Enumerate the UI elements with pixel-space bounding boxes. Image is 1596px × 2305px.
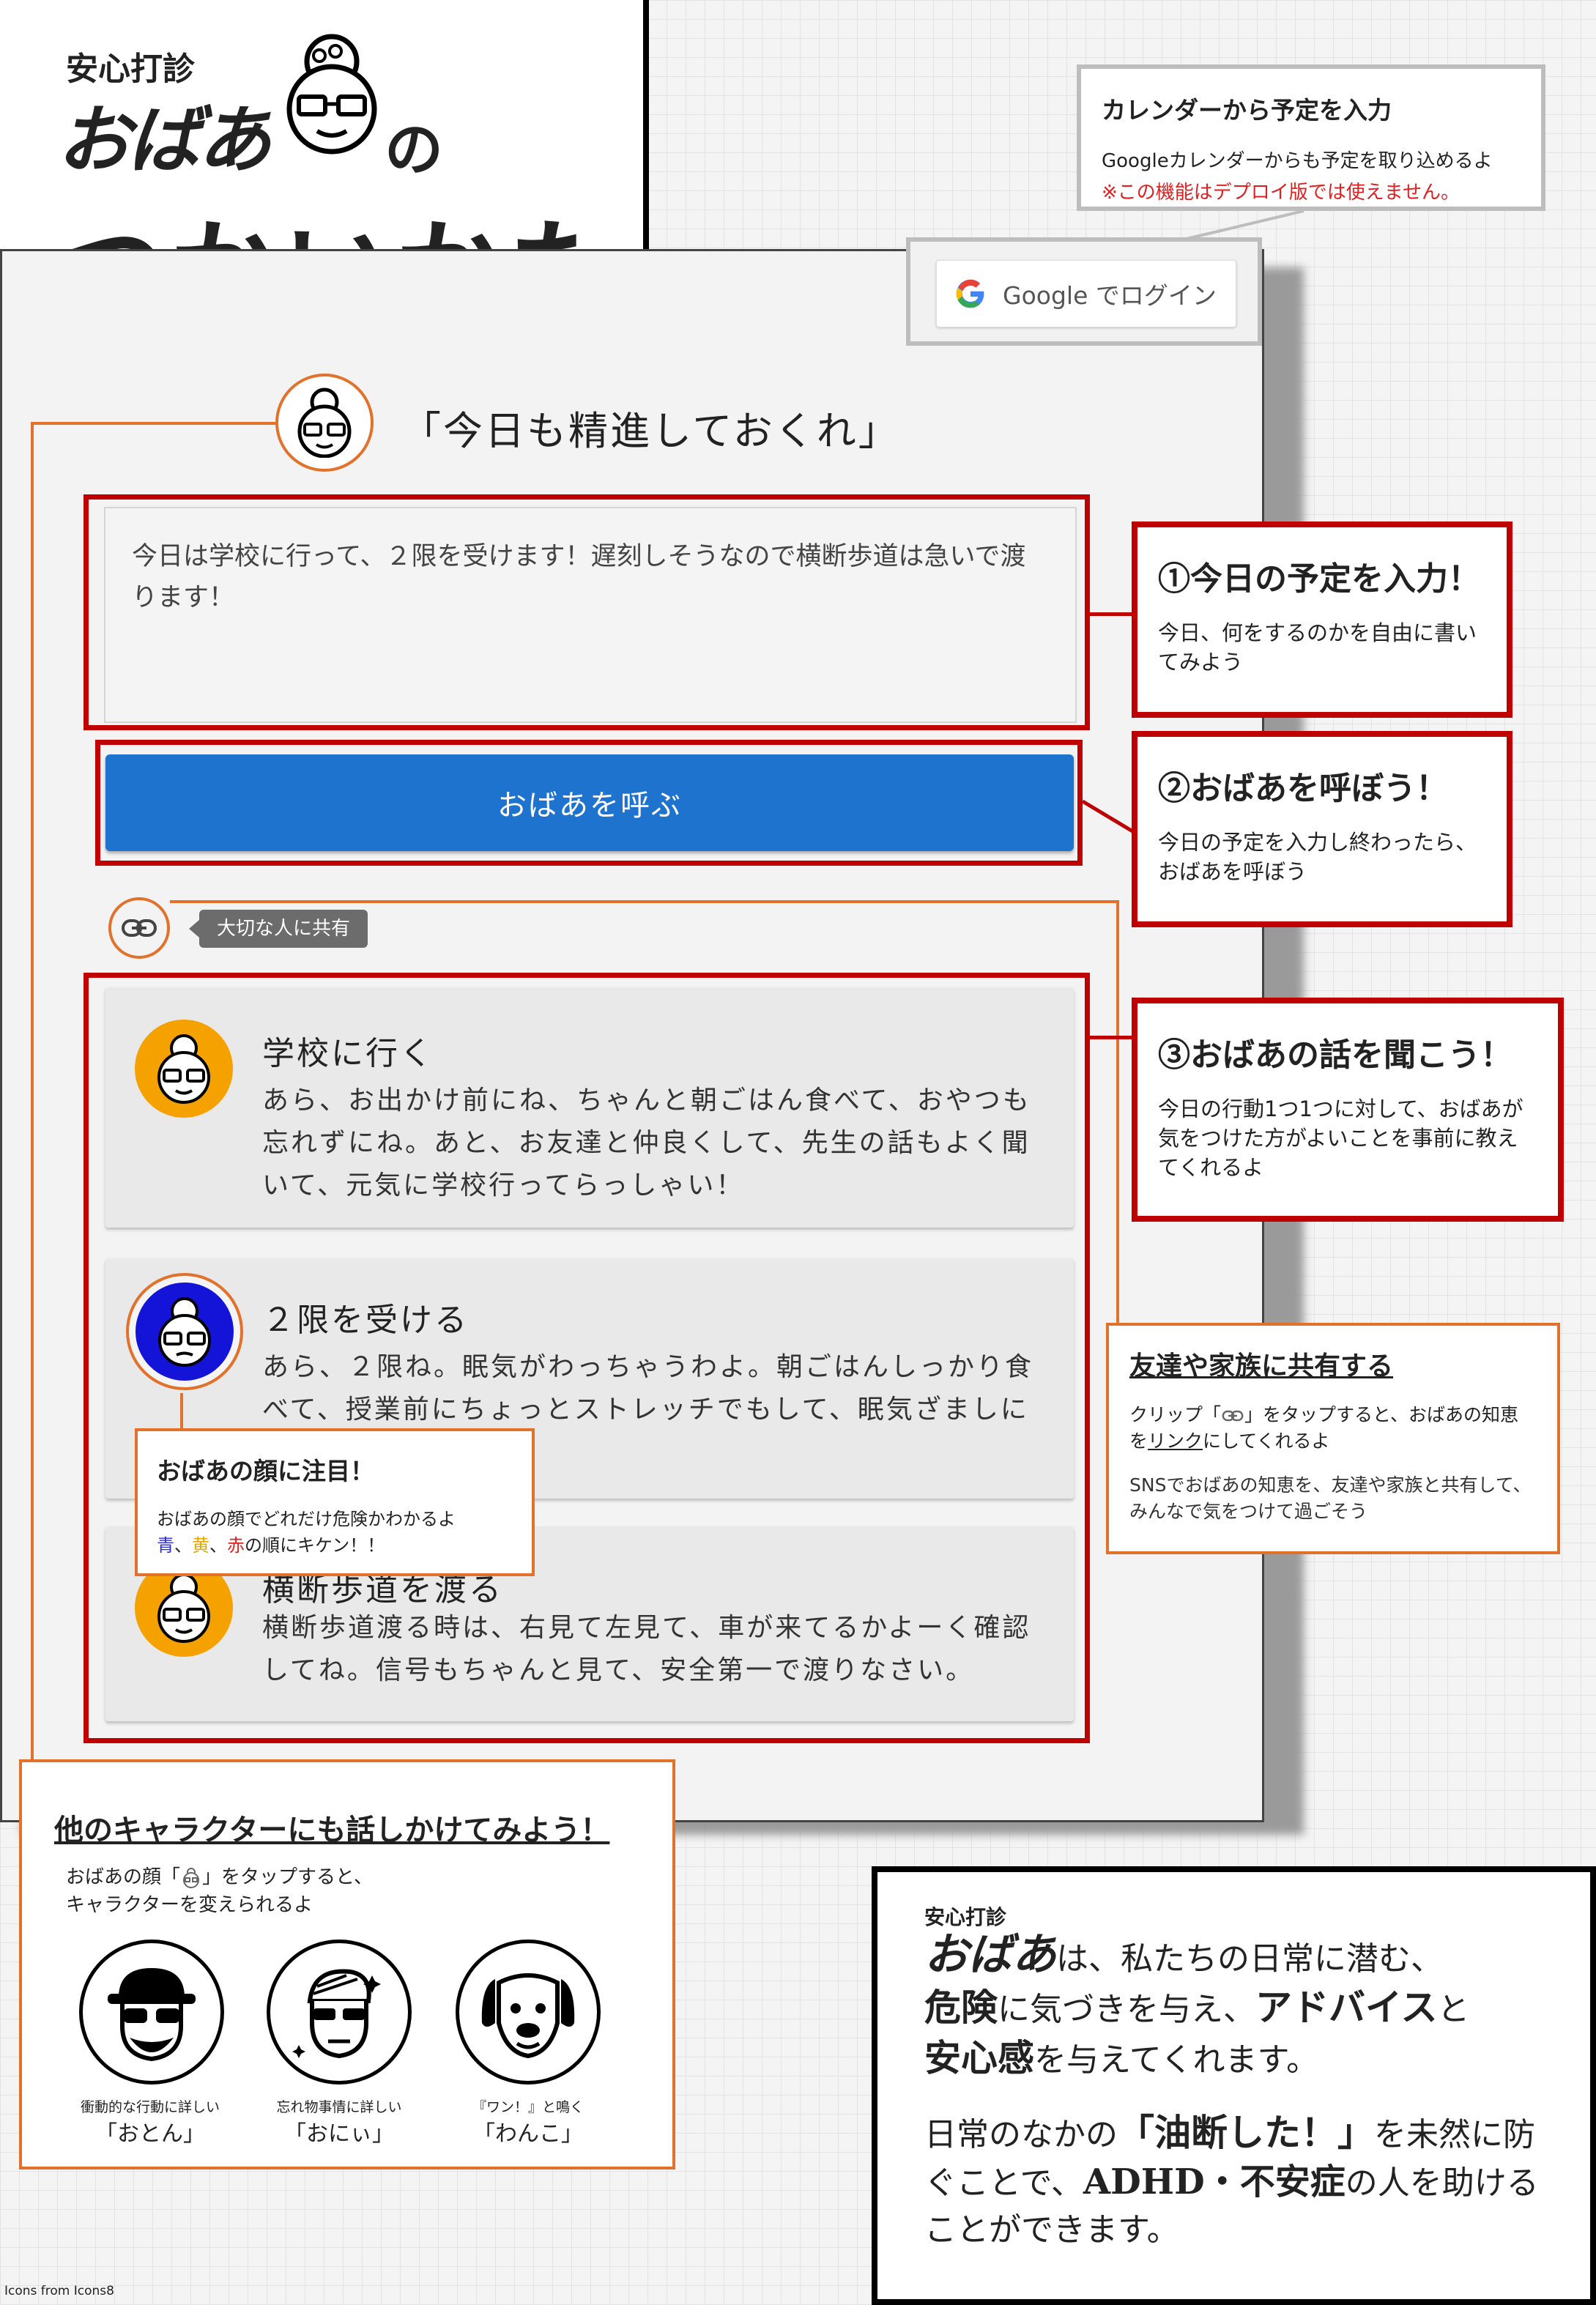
about-brand-name: おばあ <box>924 1929 1056 1981</box>
grandma-face-icon <box>297 387 352 458</box>
face-annotation: おばあの顔に注目！ おばあの顔でどれだけ危険かわかるよ 青、黄、赤の順にキケン！… <box>135 1428 535 1576</box>
characters-connector-vertical <box>31 422 34 1762</box>
characters-panel: 他のキャラクターにも話しかけてみよう！ おばあの顔「 」をタップすると、 キャラクタ… <box>19 1759 675 2169</box>
card-title: ２限を受ける <box>262 1302 469 1339</box>
calendar-callout-desc: Googleカレンダーからも予定を取り込めるよ <box>1102 150 1493 172</box>
share-annotation-desc: クリップ「 」をタップすると、おばあの知恵をリンクにしてくれるよ <box>1129 1404 1519 1452</box>
share-link-button[interactable] <box>108 897 170 959</box>
about-line1: おばあは、私たちの日常に潜む、 <box>924 1929 1443 1981</box>
character-dog-button[interactable] <box>456 1940 601 2085</box>
face-annotation-colors: 青、黄、赤の順にキケン！！ <box>157 1535 385 1556</box>
character-dog-name: 「わんこ」 <box>473 2121 583 2147</box>
link-icon <box>1222 1410 1244 1422</box>
grandma-face-icon <box>157 1573 210 1643</box>
character-dad-button[interactable] <box>79 1940 224 2085</box>
step3-title: ③おばあの話を聞こう！ <box>1158 1036 1513 1074</box>
link-word: リンク <box>1148 1430 1203 1452</box>
step1-title: ①今日の予定を入力！ <box>1158 560 1480 598</box>
step3-connector <box>1090 1036 1135 1039</box>
grandma-face-icon <box>157 1034 210 1104</box>
link-icon <box>122 919 157 937</box>
face-annotation-title: おばあの顔に注目！ <box>157 1457 374 1485</box>
share-connector-vertical <box>1116 900 1119 1324</box>
step3-desc: 今日の行動1つ1つに対して、おばあが気をつけた方がよいことを事前に教えてくれるよ <box>1158 1096 1523 1180</box>
google-login-button[interactable]: Google でログイン <box>936 260 1236 327</box>
step1-annotation: ①今日の予定を入力！ 今日、何をするのかを自由に書いてみよう <box>1132 521 1513 718</box>
google-g-icon <box>956 279 984 308</box>
brother-sparkle-icon <box>292 1969 381 2059</box>
step1-connector <box>1090 612 1135 616</box>
share-annotation-desc2: SNSでおばあの知恵を、友達や家族と共有して、みんなで気をつけて過ごそう <box>1129 1474 1532 1522</box>
card-body: 横断歩道渡る時は、右見て左見て、車が来てるかよーく確認してね。信号もちゃんと見て… <box>262 1613 1031 1685</box>
dad-cap-sunglasses-icon <box>108 1968 196 2062</box>
grandma-face-blue-button[interactable] <box>126 1273 243 1390</box>
advice-card: 学校に行く あら、お出かけ前にね、ちゃんと朝ごはん食べて、おやつも忘れずにね。あ… <box>105 987 1074 1228</box>
icons-credit: Icons from Icons8 <box>4 2284 114 2298</box>
about-panel: 安心打診 おばあは、私たちの日常に潜む、 危険に気づきを与え、アドバイスと 安心… <box>872 1866 1596 2305</box>
title-connector: の <box>385 115 443 184</box>
card-body: あら、お出かけ前にね、ちゃんと朝ごはん食べて、おやつも忘れずにね。あと、お友達と… <box>262 1085 1031 1200</box>
brand-logo-text: おばあ <box>57 97 271 183</box>
calendar-callout: カレンダーから予定を入力 Googleカレンダーからも予定を取り込めるよ ※この… <box>1077 64 1545 211</box>
card-title: 学校に行く <box>262 1035 434 1072</box>
characters-title: 他のキャラクターにも話しかけてみよう！ <box>54 1813 610 1847</box>
share-annotation-title: 友達や家族に共有する <box>1129 1351 1394 1381</box>
card-body: あら、２限ね。眠気がわっちゃうわよ。朝ごはんしっかり食べて、授業前にちょっとスト… <box>262 1352 1034 1425</box>
grandma-face-icon <box>277 32 387 157</box>
call-grandma-button[interactable]: おばあを呼ぶ <box>105 754 1074 851</box>
header-quote: 「今日も精進しておくれ」 <box>401 408 900 454</box>
face-connector <box>180 1393 183 1431</box>
step2-annotation: ②おばあを呼ぼう！ 今日の予定を入力し終わったら、おばあを呼ぼう <box>1132 731 1513 927</box>
grandma-face-yellow-button[interactable] <box>135 1020 233 1118</box>
step2-title: ②おばあを呼ぼう！ <box>1158 770 1448 807</box>
character-dog-caption: 『ワン！』と鳴く <box>472 2099 584 2115</box>
about-line3: 安心感を与えてくれます。 <box>924 2036 1319 2079</box>
step1-desc: 今日、何をするのかを自由に書いてみよう <box>1158 620 1477 675</box>
character-brother-button[interactable] <box>267 1940 412 2085</box>
share-connector-top <box>170 900 1119 903</box>
step2-desc: 今日の予定を入力し終わったら、おばあを呼ぼう <box>1158 830 1477 884</box>
calendar-callout-warning: ※この機能はデプロイ版では使えません。 <box>1102 182 1460 204</box>
about-paragraph2: 日常のなかの「油断した！」を未然に防ぐことで、ADHD・不安症の人を助けることが… <box>924 2111 1539 2249</box>
schedule-textarea[interactable]: 今日は学校に行って、２限を受けます！遅刻しそうなので横断歩道は急いで渡ります！ <box>104 507 1077 723</box>
share-annotation: 友達や家族に共有する クリップ「 」をタップすると、おばあの知恵をリンクにしてくれ… <box>1106 1323 1560 1554</box>
about-brand-subtitle: 安心打診 <box>924 1905 1007 1929</box>
grandma-avatar-button[interactable] <box>275 374 374 472</box>
about-line2: 危険に気づきを与え、アドバイスと <box>924 1986 1470 2029</box>
dog-face-icon <box>481 1973 575 2059</box>
characters-connector-top <box>31 422 278 425</box>
calendar-callout-title: カレンダーから予定を入力 <box>1102 96 1392 125</box>
step3-annotation: ③おばあの話を聞こう！ 今日の行動1つ1つに対して、おばあが気をつけた方がよいこ… <box>1132 998 1564 1222</box>
grandma-face-icon <box>158 1297 211 1367</box>
share-tooltip: 大切な人に共有 <box>188 910 368 948</box>
characters-desc: おばあの顔「 」をタップすると、 キャラクターを変えられるよ <box>66 1866 373 1916</box>
google-login-label: Google でログイン <box>1003 281 1217 310</box>
grandma-face-icon <box>183 1867 200 1888</box>
step2-connector <box>1083 799 1135 834</box>
face-annotation-desc: おばあの顔でどれだけ危険かわかるよ <box>157 1509 456 1529</box>
